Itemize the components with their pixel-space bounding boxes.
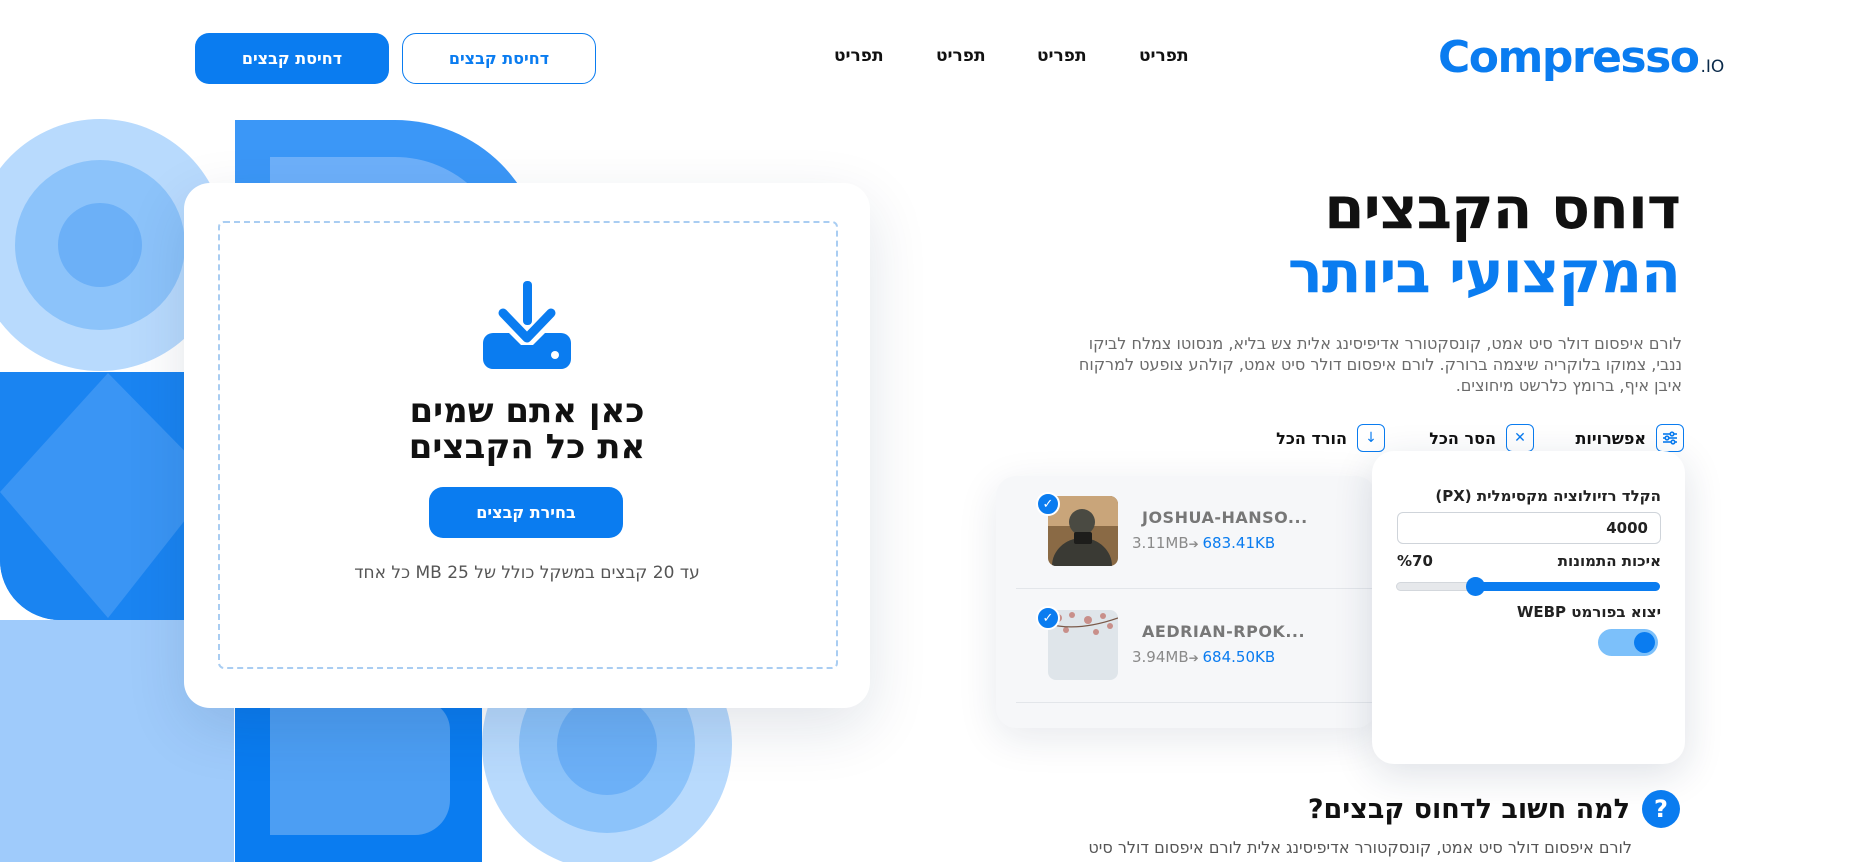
original-size: 3.11MB <box>1132 534 1189 552</box>
resolution-label: הקלד רזיולוציה מקסימלית (PX) <box>1435 487 1661 505</box>
hero-description: לורם איפסום דולר סיט אמט, קונסקטורר אדיפ… <box>1078 334 1682 395</box>
options-panel: הקלד רזיולוציה מקסימלית (PX) איכות התמונ… <box>1372 451 1685 764</box>
list-item[interactable]: ✓ JOSHUA-HANSO... 3.11MB➔ 683.41KB <box>1016 476 1376 589</box>
remove-all-button[interactable]: ✕ הסר הכל <box>1429 424 1534 452</box>
webp-export-label: יצוא בפורמט WEBP <box>1516 603 1661 621</box>
nav-link-2[interactable]: תפריט <box>1037 46 1087 66</box>
arrow-right-icon: ➔ <box>1188 537 1203 551</box>
file-name: JOSHUA-HANSO... <box>1142 508 1308 527</box>
question-icon: ? <box>1642 790 1680 828</box>
download-arrow-icon: ↓ <box>1357 424 1385 452</box>
max-resolution-input[interactable] <box>1397 512 1661 544</box>
dropzone-title-line1: כאן אתם שמים <box>409 391 645 431</box>
download-all-label: הורד הכל <box>1276 428 1347 448</box>
compressed-size: 683.41KB <box>1202 534 1276 552</box>
nav-link-4[interactable]: תפריט <box>834 46 884 66</box>
why-description: לורם איפסום דולר סיט אמט, קונסקטורר אדיפ… <box>1088 838 1632 857</box>
quality-slider[interactable] <box>1396 577 1660 596</box>
webp-toggle[interactable] <box>1598 629 1658 656</box>
file-sizes: 3.94MB➔ 684.50KB <box>1132 648 1275 666</box>
options-label: אפשרויות <box>1575 428 1646 448</box>
nav-link-1[interactable]: תפריט <box>1139 46 1189 66</box>
dropzone-title: כאן אתם שמים את כל הקבצים <box>184 393 870 465</box>
dropzone-title-line2: את כל הקבצים <box>408 427 646 467</box>
brand-ext: .IO <box>1700 57 1725 77</box>
arrow-right-icon: ➔ <box>1188 651 1203 665</box>
upload-limit-note: עד 20 קבצים במשקל כולל של 25 MB כל אחד <box>354 563 700 583</box>
why-section-title: ? למה חשוב לדחוס קבצים? <box>1308 790 1680 828</box>
options-toolbar-button[interactable]: אפשרויות <box>1575 424 1684 452</box>
slider-handle[interactable] <box>1466 577 1485 596</box>
compress-files-primary-button[interactable]: דחיסת קבצים <box>195 33 389 84</box>
check-icon[interactable]: ✓ <box>1036 606 1060 630</box>
quality-label: איכות התמונות <box>1557 552 1661 570</box>
file-sizes: 3.11MB➔ 683.41KB <box>1132 534 1275 552</box>
brand-name: Compresso <box>1438 32 1700 83</box>
hero-title: דוחס הקבצים המקצועי ביותר <box>980 174 1681 306</box>
list-item[interactable]: ✓ AEDRIAN-RPOK... 3.94MB➔ 684.50KB <box>1016 590 1376 703</box>
hero-title-line1: דוחס הקבצים <box>1324 174 1681 242</box>
sliders-icon <box>1656 424 1684 452</box>
quality-value: %70 <box>1397 552 1433 570</box>
toggle-knob <box>1634 632 1655 653</box>
download-all-button[interactable]: ↓ הורד הכל <box>1276 424 1385 452</box>
slider-fill <box>1475 582 1660 591</box>
hero-title-line2: המקצועי ביותר <box>1287 238 1681 306</box>
file-list: ✓ JOSHUA-HANSO... 3.11MB➔ 683.41KB ✓ AED… <box>996 476 1376 728</box>
nav-link-3[interactable]: תפריט <box>936 46 986 66</box>
file-name: AEDRIAN-RPOK... <box>1142 622 1306 641</box>
check-icon[interactable]: ✓ <box>1036 492 1060 516</box>
close-icon: ✕ <box>1506 424 1534 452</box>
brand-logo[interactable]: Compresso .IO <box>1438 32 1724 83</box>
choose-files-button[interactable]: בחירת קבצים <box>429 487 623 538</box>
remove-all-label: הסר הכל <box>1429 428 1496 448</box>
compressed-size: 684.50KB <box>1202 648 1276 666</box>
original-size: 3.94MB <box>1132 648 1189 666</box>
download-tray-icon <box>483 281 571 369</box>
why-heading: למה חשוב לדחוס קבצים? <box>1307 793 1630 825</box>
compress-files-outline-button[interactable]: דחיסת קבצים <box>402 33 596 84</box>
upload-card: כאן אתם שמים את כל הקבצים בחירת קבצים עד… <box>184 183 870 708</box>
